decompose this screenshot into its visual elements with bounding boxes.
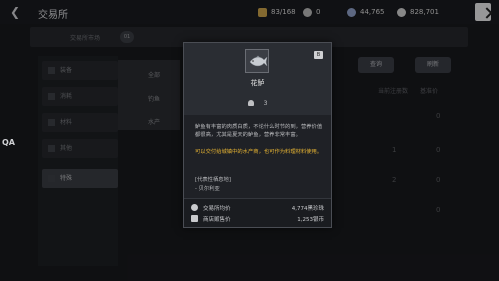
shop-sell-price-row: 商店贩售价 1,253银币 [191,214,324,224]
price-value: 4,774黑珍珠 [291,206,324,212]
item-usage-note: 可以交付给城镇中的水产商，也可作为料理材料使用。 [195,149,323,155]
weight-row: 3 [184,100,331,107]
habitat-title: [代表性栖息地] [195,177,231,183]
price-section: 交易所均价 4,774黑珍珠 商店贩售价 1,253银币 [184,198,331,227]
scale-icon [191,204,198,211]
exchange-avg-price-row: 交易所均价 4,774黑珍珠 [191,203,324,213]
qa-label: QA [2,138,15,147]
weight-icon [247,100,254,106]
bind-tag-icon[interactable]: B [314,51,323,59]
price-label: 商店贩售价 [203,217,231,223]
habitat-item: - 贝尔利亚 [195,186,220,192]
price-label: 交易所均价 [203,206,231,212]
fish-icon [245,49,269,73]
shop-icon [191,215,198,222]
weight-value: 3 [263,100,268,107]
price-value: 1,253银币 [297,217,324,223]
item-name: 花鲈 [250,79,265,87]
item-tooltip: B 花鲈 3 鲈鱼有丰富的肉质白质，不论什么时节的到，营养价值都很高，尤其是夏天… [183,42,332,228]
tooltip-header: B 花鲈 3 [184,43,331,115]
item-description: 鲈鱼有丰富的肉质白质，不论什么时节的到，营养价值都很高，尤其是夏天的鲈鱼，营养非… [195,124,323,139]
